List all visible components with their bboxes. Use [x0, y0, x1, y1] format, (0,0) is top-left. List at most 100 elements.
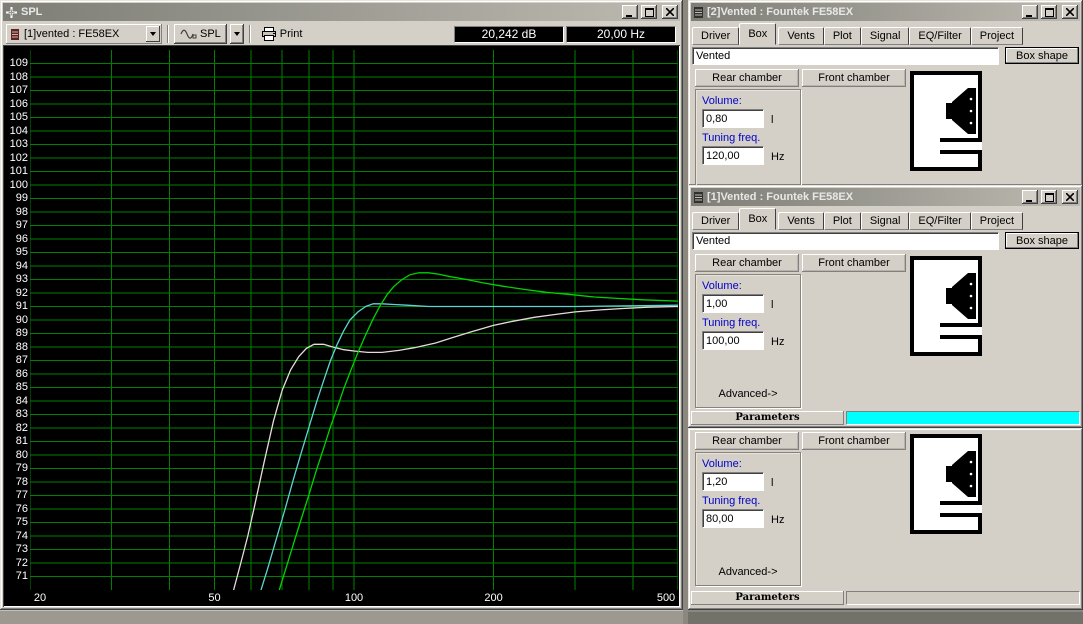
y-axis-tick-label: 94 — [15, 259, 28, 272]
y-axis-tick-label: 105 — [9, 111, 28, 123]
y-axis-tick-label: 82 — [15, 421, 28, 434]
tab-signal[interactable]: Signal — [860, 27, 910, 45]
combo-dropdown-arrow-icon[interactable] — [146, 26, 160, 42]
y-axis-tick-label: 86 — [15, 367, 28, 380]
y-axis-tick-label: 99 — [15, 192, 28, 204]
maximize-button[interactable] — [641, 5, 657, 19]
maximize-button[interactable] — [1041, 5, 1057, 19]
volume-input[interactable] — [702, 472, 764, 491]
tuning-freq-input[interactable] — [702, 509, 764, 528]
rear-chamber-panel: Volume: l Tuning freq. Hz — [695, 89, 801, 186]
box-type-field[interactable]: Vented — [692, 47, 999, 65]
rear-chamber-tab[interactable]: Rear chamber — [695, 254, 799, 272]
volume-label: Volume: — [702, 280, 742, 292]
tab-box[interactable]: Box — [739, 208, 777, 230]
y-axis-tick-label: 78 — [15, 475, 28, 488]
graph-type-dropdown-button[interactable] — [229, 24, 244, 44]
tab-plot[interactable]: Plot — [823, 27, 861, 45]
tab-signal[interactable]: Signal — [860, 212, 910, 230]
tab-eq-filter[interactable]: EQ/Filter — [909, 212, 971, 230]
tab-project[interactable]: Project — [970, 27, 1024, 45]
y-axis-tick-label: 79 — [15, 462, 28, 474]
y-axis-tick-label: 95 — [15, 246, 28, 258]
volume-input[interactable] — [702, 109, 764, 128]
y-axis-tick-label: 93 — [15, 273, 28, 285]
y-axis-tick-label: 104 — [9, 124, 28, 137]
advanced-link[interactable]: Advanced-> — [702, 566, 794, 580]
box-diagram — [910, 434, 982, 534]
rear-chamber-tab[interactable]: Rear chamber — [695, 69, 799, 87]
x-axis-tick-label: 20 — [33, 592, 47, 604]
signal-source-value: [1]vented : FE58EX — [24, 28, 120, 40]
tuning-freq-input[interactable] — [702, 331, 764, 350]
y-axis-tick-label: 84 — [15, 394, 28, 407]
x-axis-tick-label: 50 — [208, 592, 221, 604]
y-axis-tick-label: 98 — [15, 205, 28, 218]
close-button[interactable] — [1062, 190, 1078, 204]
waveform-icon — [180, 29, 197, 39]
parameters-bar: Parameters — [691, 411, 1080, 425]
tuning-freq-label: Tuning freq. — [702, 132, 761, 144]
y-axis-tick-label: 100 — [9, 178, 28, 191]
project-icon — [694, 6, 703, 18]
spl-toolbar: [1]vented : FE58EX SPL Print 20,242 dB 2… — [3, 22, 680, 46]
tab-vents[interactable]: Vents — [778, 212, 824, 230]
tab-bar: Driver Box Vents Plot Signal EQ/Filter P… — [691, 23, 1080, 45]
maximize-button[interactable] — [1041, 190, 1057, 204]
front-chamber-tab[interactable]: Front chamber — [802, 69, 906, 87]
volume-unit: l — [771, 477, 774, 489]
tab-bar: Driver Box Vents Plot Signal EQ/Filter P… — [691, 208, 1080, 230]
spl-window: SPL [1]vented : FE58EX SPL Print 20,242 … — [0, 0, 683, 610]
minimize-button[interactable] — [1022, 5, 1038, 19]
box2-titlebar[interactable]: [2]Vented : Fountek FE58EX — [691, 3, 1080, 21]
tab-project[interactable]: Project — [970, 212, 1024, 230]
box-shape-button[interactable]: Box shape — [1005, 47, 1079, 64]
signal-source-combo[interactable]: [1]vented : FE58EX — [6, 24, 162, 44]
spl-plot-panel[interactable]: 109 108 107 106 105 104 103 102 101 100 99 98 97 96 95… — [3, 45, 680, 607]
x-axis-tick-label: 500 — [656, 592, 676, 604]
spl-titlebar[interactable]: SPL — [3, 3, 680, 21]
y-axis-tick-label: 85 — [15, 381, 28, 393]
tuning-freq-input[interactable] — [702, 146, 764, 165]
spl-curve-vented-1,20l-80Hz — [232, 305, 678, 590]
y-axis-tick-label: 76 — [15, 502, 28, 515]
tuning-freq-unit: Hz — [771, 514, 785, 526]
spl-plot-svg — [30, 50, 678, 590]
volume-unit: l — [771, 114, 774, 126]
y-axis-tick-label: 97 — [15, 219, 28, 231]
spl-window-icon — [6, 6, 17, 18]
tab-box[interactable]: Box — [739, 23, 777, 45]
front-chamber-tab[interactable]: Front chamber — [802, 254, 906, 272]
box1-titlebar[interactable]: [1]Vented : Fountek FE58EX — [691, 188, 1080, 206]
box-shape-button[interactable]: Box shape — [1005, 232, 1079, 249]
box-type-field[interactable]: Vented — [692, 232, 999, 250]
rear-chamber-tab[interactable]: Rear chamber — [695, 432, 799, 450]
print-button[interactable]: Print — [256, 24, 308, 44]
volume-label: Volume: — [702, 95, 742, 107]
y-axis-tick-label: 80 — [15, 448, 28, 461]
close-button[interactable] — [662, 5, 678, 19]
front-chamber-tab[interactable]: Front chamber — [802, 432, 906, 450]
y-axis-tick-label: 71 — [15, 570, 28, 582]
spl-graph-button[interactable]: SPL — [174, 24, 227, 44]
y-axis-tick-label: 81 — [15, 435, 28, 447]
minimize-button[interactable] — [622, 5, 638, 19]
project-icon — [11, 28, 19, 40]
tab-driver[interactable]: Driver — [692, 27, 740, 45]
parameters-header-button[interactable]: Parameters — [691, 411, 844, 425]
volume-input[interactable] — [702, 294, 764, 313]
rear-chamber-panel: Volume: l Tuning freq. Hz Advanced-> — [695, 274, 801, 408]
y-axis-tick-label: 107 — [9, 84, 28, 96]
y-axis-tick-label: 90 — [15, 313, 28, 326]
tab-eq-filter[interactable]: EQ/Filter — [909, 27, 971, 45]
box-diagram — [910, 256, 982, 356]
minimize-button[interactable] — [1022, 190, 1038, 204]
y-axis-tick-label: 74 — [15, 529, 28, 542]
advanced-link[interactable]: Advanced-> — [702, 388, 794, 402]
tab-plot[interactable]: Plot — [823, 212, 861, 230]
parameters-header-button[interactable]: Parameters — [691, 591, 844, 605]
parameters-strip — [846, 591, 1080, 605]
tab-driver[interactable]: Driver — [692, 212, 740, 230]
tab-vents[interactable]: Vents — [778, 27, 824, 45]
close-button[interactable] — [1062, 5, 1078, 19]
